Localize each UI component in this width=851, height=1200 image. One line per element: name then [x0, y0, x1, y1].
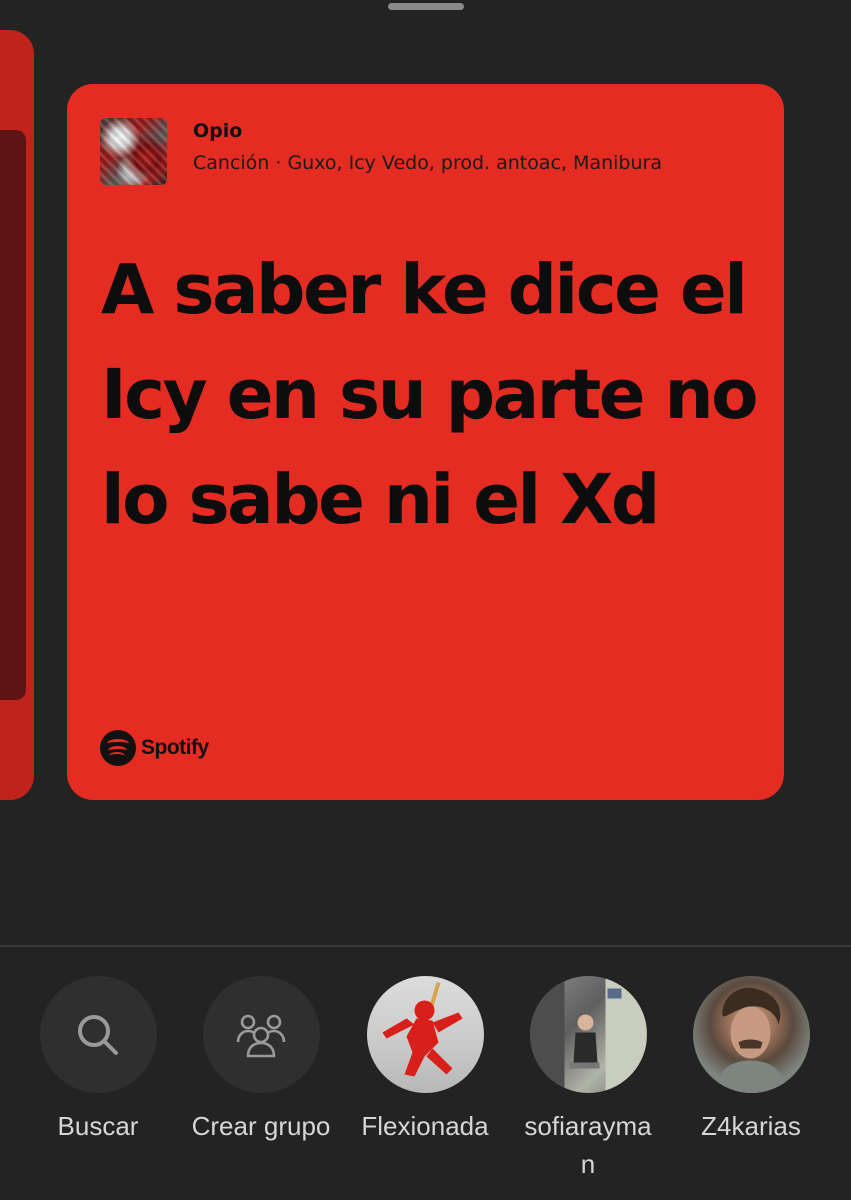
portrait-image — [714, 987, 789, 1093]
avatar[interactable] — [692, 976, 810, 1093]
lyrics-text: A saber ke dice el Icy en su parte no lo… — [101, 250, 759, 540]
avatar[interactable] — [366, 976, 484, 1093]
share-target-create-group[interactable]: Crear grupo — [191, 976, 331, 1145]
share-label-contact: sofiarayman — [524, 1111, 652, 1179]
red-figure-image — [382, 981, 463, 1076]
group-icon — [236, 1014, 286, 1057]
divider — [0, 945, 851, 947]
spotify-logo-icon — [100, 730, 136, 766]
sheet-drag-handle[interactable] — [388, 3, 464, 10]
track-title: Opio — [193, 120, 243, 142]
avatar[interactable] — [529, 976, 647, 1093]
lyrics-share-card: Opio Canción · Guxo, Icy Vedo, prod. ant… — [67, 84, 784, 800]
brand-name: Spotify — [141, 736, 209, 759]
share-target-search[interactable]: Buscar — [28, 976, 168, 1145]
create-group-button[interactable] — [202, 976, 320, 1093]
previous-card-preview[interactable] — [0, 30, 34, 800]
share-target-contact[interactable]: Flexionada — [355, 976, 495, 1145]
share-label-search: Buscar — [57, 1111, 139, 1141]
share-targets: Buscar Crear grupo Flexionada sofiarayma… — [0, 976, 851, 1200]
album-cover — [100, 118, 167, 185]
share-target-contact[interactable]: sofiarayman — [518, 976, 658, 1183]
share-target-contact[interactable]: Z4karias — [681, 976, 821, 1145]
share-label-create-group: Crear grupo — [191, 1111, 331, 1141]
photo-image — [529, 976, 647, 1093]
search-button[interactable] — [39, 976, 157, 1093]
share-label-contact: Flexionada — [361, 1111, 489, 1141]
search-icon — [78, 1014, 118, 1055]
previous-card-artwork — [0, 130, 26, 700]
share-label-contact: Z4karias — [701, 1111, 801, 1141]
spotify-brand: Spotify — [100, 730, 209, 766]
track-meta: Canción · Guxo, Icy Vedo, prod. antoac, … — [193, 152, 662, 174]
